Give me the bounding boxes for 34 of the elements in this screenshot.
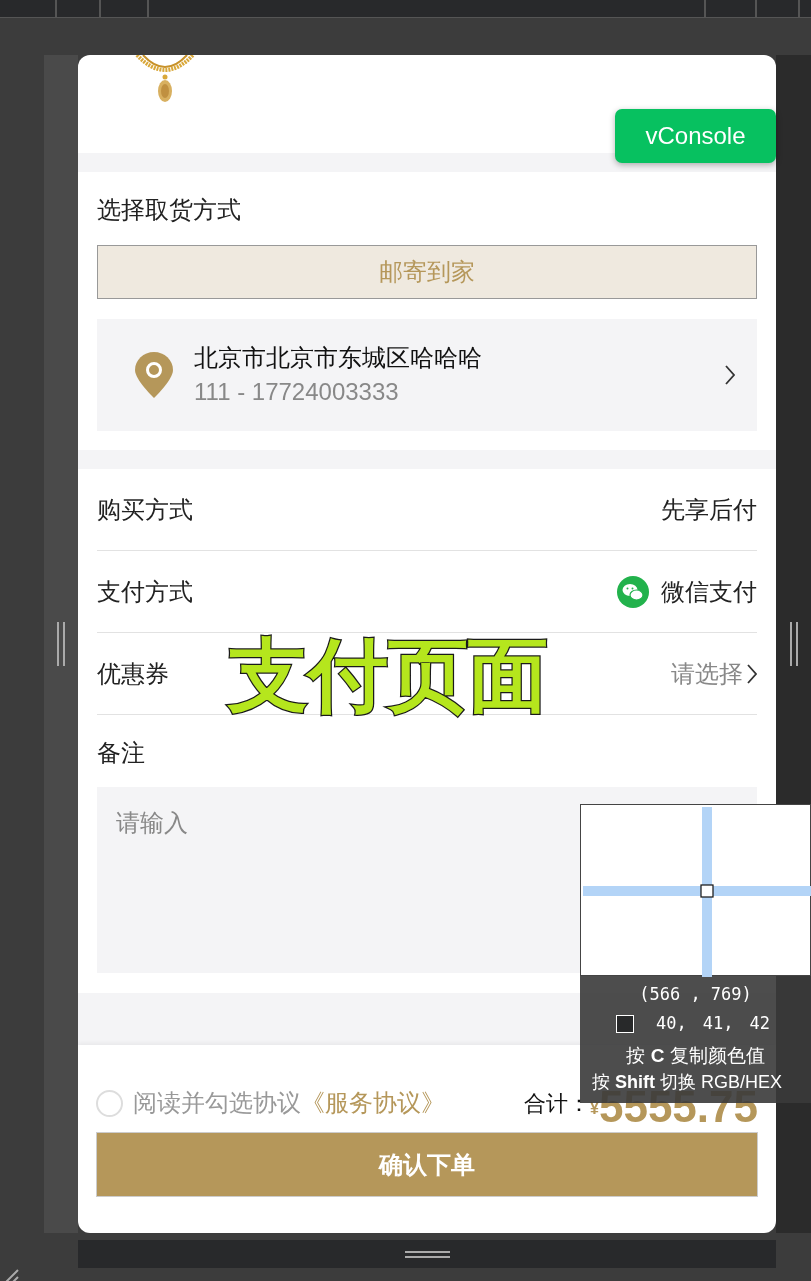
- coordinates-text: (566 , 769): [639, 983, 752, 1006]
- section-title: 选择取货方式: [97, 196, 242, 224]
- row-value: 先享后付: [661, 494, 757, 525]
- rgb-value: 42: [749, 1012, 770, 1035]
- hint-text: 按 C 复制颜色值: [626, 1043, 765, 1068]
- address-text: 北京市北京市东城区哈哈哈: [194, 343, 483, 373]
- agreement-radio[interactable]: [96, 1089, 123, 1117]
- currency-symbol: ¥: [590, 1100, 599, 1117]
- row-value: 微信支付: [661, 576, 757, 607]
- address-card[interactable]: 北京市北京市东城区哈哈哈 111 - 17724003333: [97, 319, 757, 431]
- vconsole-button[interactable]: vConsole: [615, 109, 776, 163]
- delivery-option[interactable]: 邮寄到家: [97, 245, 757, 299]
- row-label: 优惠券: [97, 658, 169, 689]
- submit-button[interactable]: 确认下单: [96, 1132, 758, 1197]
- remark-label: 备注: [97, 739, 146, 767]
- row-label: 支付方式: [97, 576, 193, 607]
- annotation-text: 支付页面: [228, 630, 548, 722]
- drag-handle[interactable]: [404, 1250, 450, 1258]
- rgb-value: 41,: [702, 1012, 734, 1035]
- contact-text: 111 - 17724003333: [194, 377, 400, 407]
- total-label: 合计：: [524, 1089, 591, 1118]
- crosshair-icon: [581, 805, 811, 977]
- rgb-value: 40,: [656, 1012, 687, 1035]
- agreement-link[interactable]: 《服务协议》: [301, 1085, 445, 1121]
- resize-handle[interactable]: [789, 622, 798, 666]
- color-swatch: [616, 1014, 634, 1033]
- row-label: 购买方式: [97, 494, 193, 525]
- coupon-picker[interactable]: 请选择: [671, 655, 757, 692]
- agreement-text: 阅读并勾选协议: [133, 1088, 301, 1118]
- location-pin-icon: [135, 352, 173, 398]
- chevron-right-icon: [747, 663, 757, 684]
- wechat-icon: [617, 575, 649, 608]
- resize-handle[interactable]: [57, 622, 65, 666]
- chevron-right-icon: [725, 365, 735, 385]
